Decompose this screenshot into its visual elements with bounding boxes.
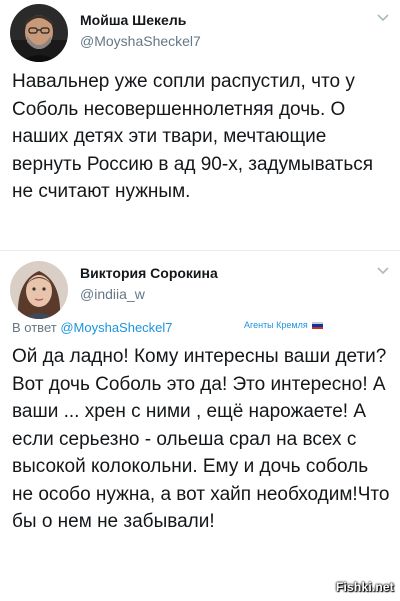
user-label-text: Агенты Кремля (244, 320, 308, 330)
tweet-text: Навальнер уже сопли распустил, что у Соб… (12, 71, 374, 202)
chevron-down-icon[interactable] (376, 13, 390, 23)
tweet-original: Мойша Шекель @MoyshaSheckel7 Навальнер у… (0, 0, 400, 250)
reply-context: В ответ @MoyshaSheckel7 (12, 320, 173, 335)
avatar[interactable] (10, 4, 68, 62)
display-name[interactable]: Мойша Шекель (80, 12, 186, 28)
user-handle[interactable]: @MoyshaSheckel7 (80, 33, 201, 49)
chevron-down-icon[interactable] (376, 266, 390, 276)
tweet-reply: Виктория Сорокина @indiia_w В ответ @Moy… (0, 250, 400, 601)
avatar[interactable] (10, 261, 68, 319)
reply-prefix: В ответ (12, 320, 57, 335)
tweet-text: Ой да ладно! Кому интересны ваши дети?Во… (12, 346, 390, 532)
reply-handle-link[interactable]: @MoyshaSheckel7 (60, 320, 172, 335)
user-label[interactable]: Агенты Кремля (244, 320, 324, 330)
user-handle[interactable]: @indiia_w (80, 286, 145, 302)
display-name[interactable]: Виктория Сорокина (80, 265, 218, 281)
watermark: Fishki.net (335, 580, 394, 594)
russia-flag-icon (312, 322, 324, 330)
